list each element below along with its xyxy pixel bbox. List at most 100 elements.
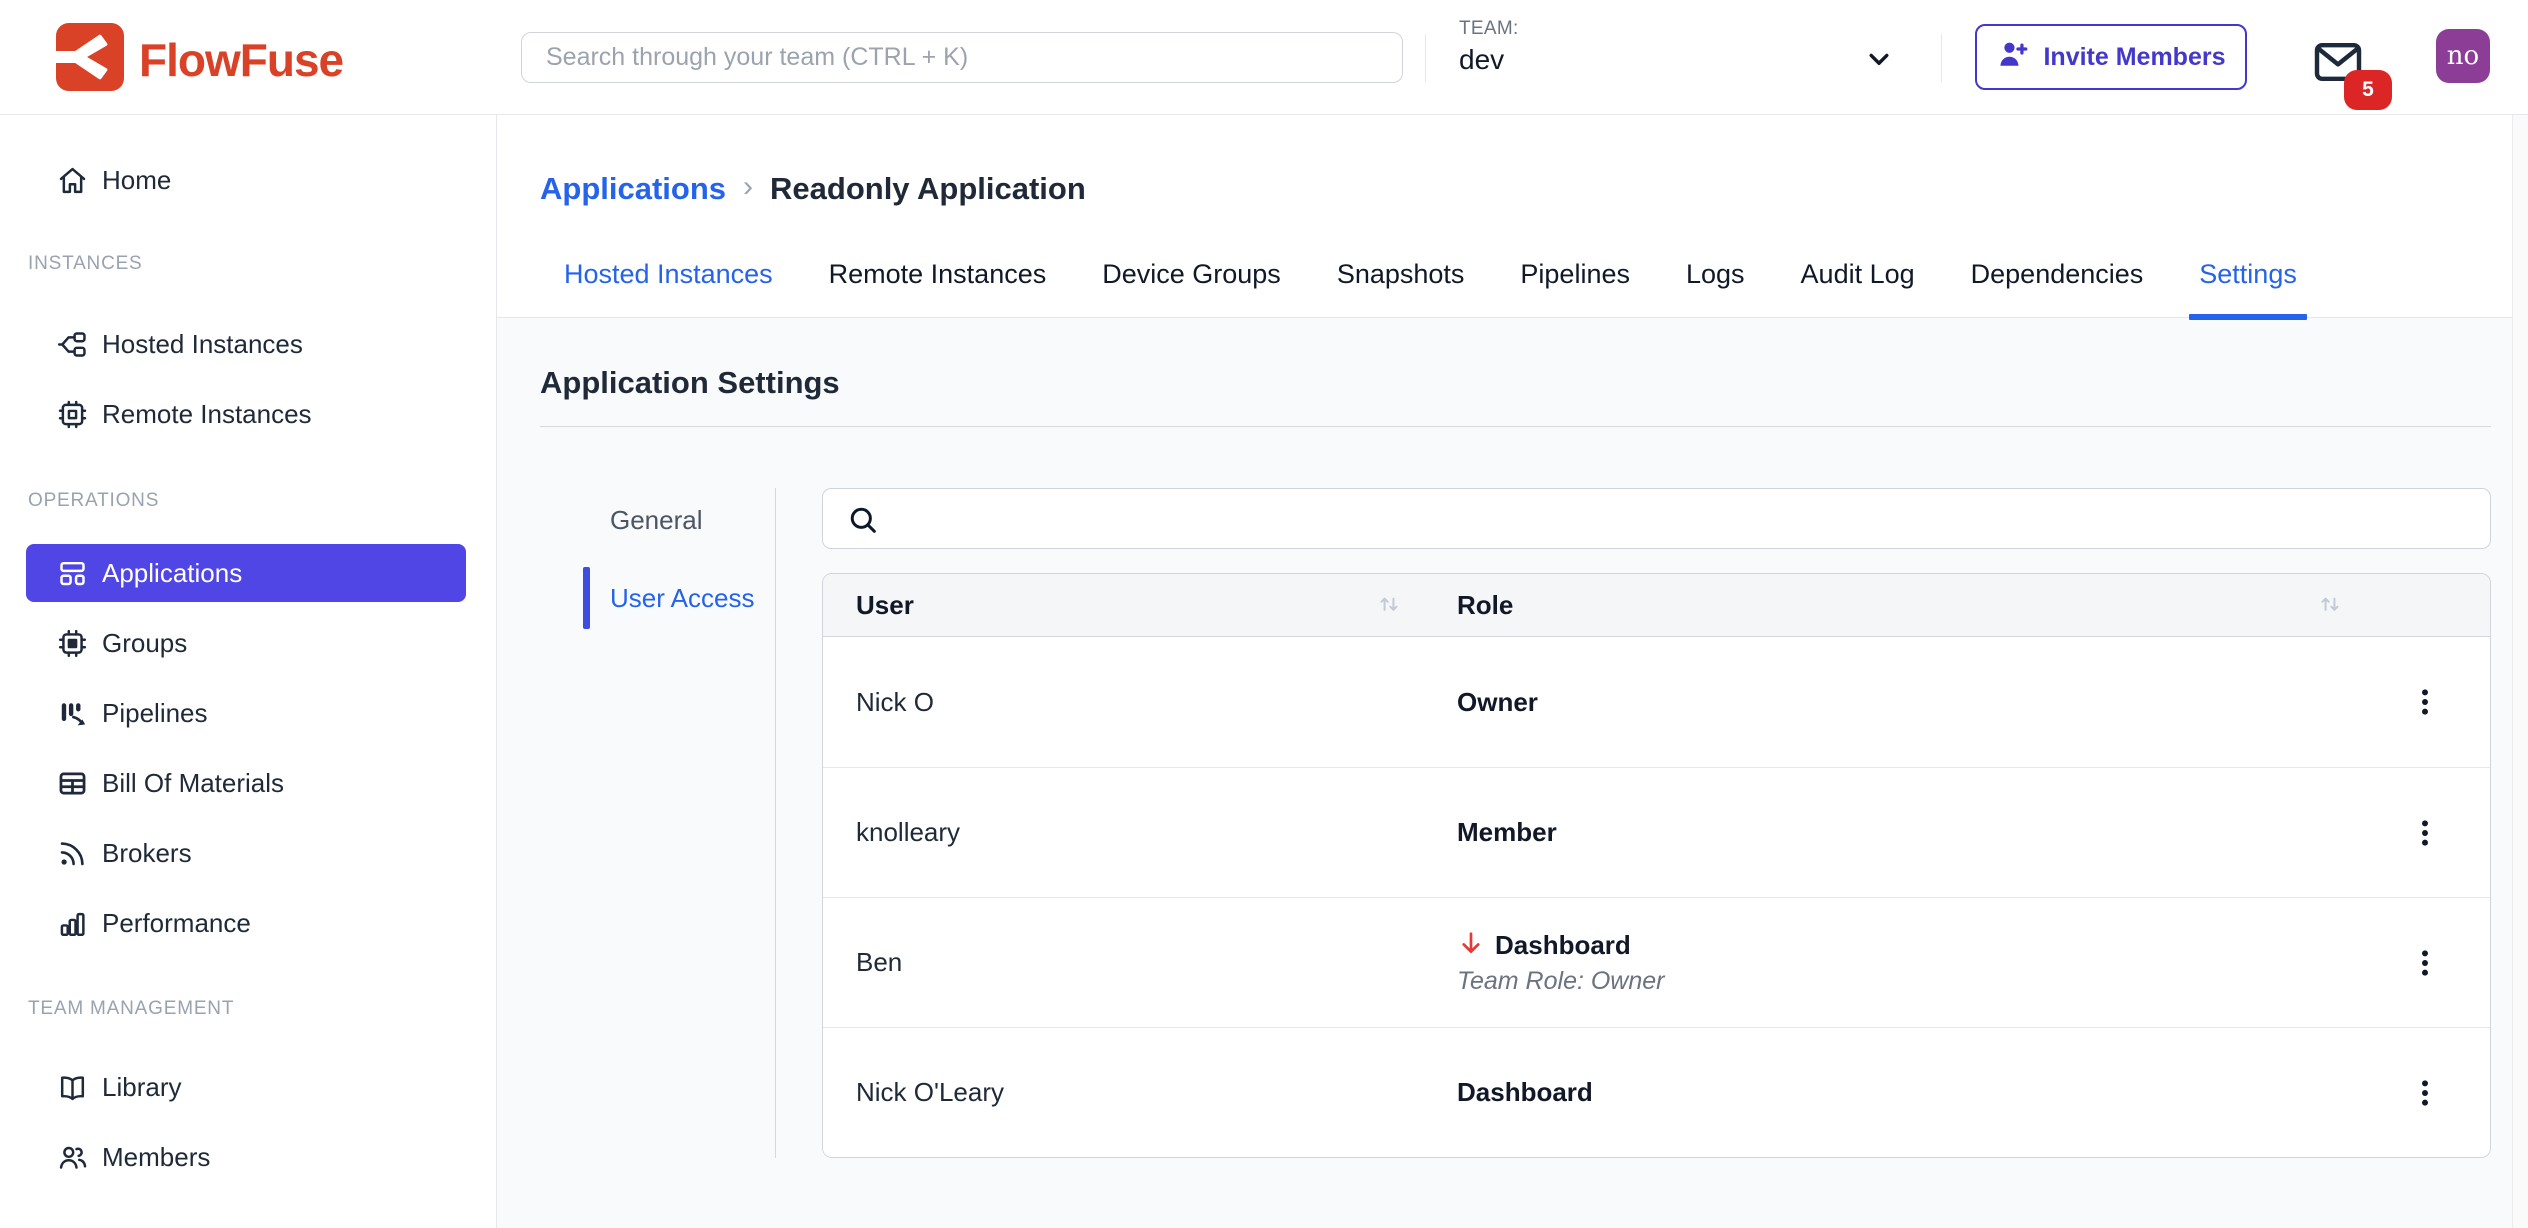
sort-icon[interactable] xyxy=(2316,590,2344,620)
user-role: Member xyxy=(1457,817,1557,848)
subnav-item-user-access[interactable]: User Access xyxy=(540,574,775,622)
sidebar-item-label: Pipelines xyxy=(102,698,208,729)
sidebar-item-label: Hosted Instances xyxy=(102,329,303,360)
invite-members-button[interactable]: Invite Members xyxy=(1975,24,2247,90)
sidebar: Home INSTANCES Hosted Instances Remote I… xyxy=(0,115,497,1228)
tab-hosted-instances[interactable]: Hosted Instances xyxy=(564,259,773,317)
breadcrumb-applications-link[interactable]: Applications xyxy=(540,171,726,207)
avatar-initials: no xyxy=(2447,41,2479,71)
groups-icon xyxy=(56,627,89,660)
sidebar-section-team-management: TEAM MANAGEMENT xyxy=(0,994,496,1024)
table-row: Nick O'Leary Dashboard xyxy=(823,1027,2490,1157)
tab-device-groups[interactable]: Device Groups xyxy=(1102,259,1281,317)
user-role: Owner xyxy=(1457,687,1538,718)
settings-content: Application Settings General User Access xyxy=(497,318,2512,1228)
table-row: Nick O Owner xyxy=(823,637,2490,767)
section-divider xyxy=(540,426,2491,427)
team-name: dev xyxy=(1459,44,1919,76)
team-label: TEAM: xyxy=(1459,18,1919,40)
team-role-note: Team Role: Owner xyxy=(1457,967,1665,996)
performance-icon xyxy=(56,907,89,940)
tab-settings[interactable]: Settings xyxy=(2199,259,2297,317)
user-search-input[interactable] xyxy=(893,489,2478,548)
sort-icon[interactable] xyxy=(1375,590,1403,620)
sidebar-item-label: Performance xyxy=(102,908,251,939)
remote-instances-icon xyxy=(56,398,89,431)
user-plus-icon xyxy=(1996,37,2030,78)
members-icon xyxy=(56,1141,89,1174)
column-header-role: Role xyxy=(1457,590,1513,621)
flowfuse-logo[interactable]: FlowFuse xyxy=(56,23,343,96)
tab-audit-log[interactable]: Audit Log xyxy=(1801,259,1915,317)
tab-snapshots[interactable]: Snapshots xyxy=(1337,259,1465,317)
invite-members-label: Invite Members xyxy=(2043,43,2225,72)
sidebar-item-pipelines[interactable]: Pipelines xyxy=(0,678,496,748)
page-title: Readonly Application xyxy=(770,171,1086,207)
sidebar-item-hosted-instances[interactable]: Hosted Instances xyxy=(0,309,496,379)
sidebar-item-library[interactable]: Library xyxy=(0,1052,496,1122)
hosted-instances-icon xyxy=(56,328,89,361)
sidebar-item-brokers[interactable]: Brokers xyxy=(0,818,496,888)
sidebar-item-label: Library xyxy=(102,1072,181,1103)
user-role: Dashboard xyxy=(1495,930,1631,961)
brokers-icon xyxy=(56,837,89,870)
topbar-divider xyxy=(1425,34,1426,82)
breadcrumb-separator-icon: › xyxy=(743,170,753,204)
subnav-item-general[interactable]: General xyxy=(540,496,775,544)
user-name: Nick O xyxy=(856,687,934,718)
user-name: Nick O'Leary xyxy=(856,1077,1004,1108)
user-role: Dashboard xyxy=(1457,1077,1593,1108)
sidebar-item-bill-of-materials[interactable]: Bill Of Materials xyxy=(0,748,496,818)
team-search-input[interactable] xyxy=(521,32,1403,83)
section-title: Application Settings xyxy=(540,365,2491,401)
bill-of-materials-icon xyxy=(56,767,89,800)
search-icon xyxy=(846,503,880,537)
user-access-panel: User Role xyxy=(822,488,2491,1158)
tab-dependencies[interactable]: Dependencies xyxy=(1971,259,2144,317)
kebab-menu-icon[interactable] xyxy=(2403,1065,2447,1121)
sidebar-item-performance[interactable]: Performance xyxy=(0,888,496,958)
team-selector[interactable]: TEAM: dev xyxy=(1459,18,1919,98)
library-icon xyxy=(56,1071,89,1104)
topbar: FlowFuse TEAM: dev Invite Members xyxy=(0,0,2528,115)
role-downgrade-arrow-icon xyxy=(1457,929,1485,961)
sidebar-item-members[interactable]: Members xyxy=(0,1122,496,1192)
avatar[interactable]: no xyxy=(2436,29,2490,83)
sidebar-item-home[interactable]: Home xyxy=(0,145,496,215)
notifications-button[interactable]: 5 xyxy=(2310,34,2380,104)
breadcrumb: Applications › Readonly Application xyxy=(497,171,2512,207)
chevron-down-icon[interactable] xyxy=(1862,42,1896,76)
tab-remote-instances[interactable]: Remote Instances xyxy=(829,259,1047,317)
user-access-table: User Role xyxy=(822,573,2491,1158)
application-tabs: Hosted Instances Remote Instances Device… xyxy=(497,259,2512,318)
column-header-user: User xyxy=(856,590,914,621)
sidebar-item-label: Brokers xyxy=(102,838,192,869)
flowfuse-logo-icon xyxy=(56,23,124,96)
sidebar-item-label: Applications xyxy=(102,558,242,589)
kebab-menu-icon[interactable] xyxy=(2403,935,2447,991)
user-name: Ben xyxy=(856,947,902,978)
sidebar-item-applications[interactable]: Applications xyxy=(26,544,466,602)
sidebar-item-label: Home xyxy=(102,165,171,196)
user-name: knolleary xyxy=(856,817,960,848)
pipelines-icon xyxy=(56,697,89,730)
sidebar-item-groups[interactable]: Groups xyxy=(0,608,496,678)
kebab-menu-icon[interactable] xyxy=(2403,805,2447,861)
main-content: Applications › Readonly Application Host… xyxy=(497,115,2512,1228)
settings-subnav: General User Access xyxy=(540,488,776,1158)
tab-logs[interactable]: Logs xyxy=(1686,259,1745,317)
tab-pipelines[interactable]: Pipelines xyxy=(1520,259,1630,317)
sidebar-item-label: Bill Of Materials xyxy=(102,768,284,799)
home-icon xyxy=(56,164,89,197)
sidebar-item-remote-instances[interactable]: Remote Instances xyxy=(0,379,496,449)
user-search-box xyxy=(822,488,2491,549)
sidebar-section-instances: INSTANCES xyxy=(0,249,496,279)
notification-count-badge: 5 xyxy=(2344,70,2392,110)
sidebar-item-label: Groups xyxy=(102,628,187,659)
applications-icon xyxy=(56,557,89,590)
sidebar-item-label: Remote Instances xyxy=(102,399,312,430)
flowfuse-wordmark: FlowFuse xyxy=(139,33,343,87)
kebab-menu-icon[interactable] xyxy=(2403,674,2447,730)
table-header: User Role xyxy=(823,574,2490,637)
page-scrollbar[interactable] xyxy=(2512,115,2528,1228)
